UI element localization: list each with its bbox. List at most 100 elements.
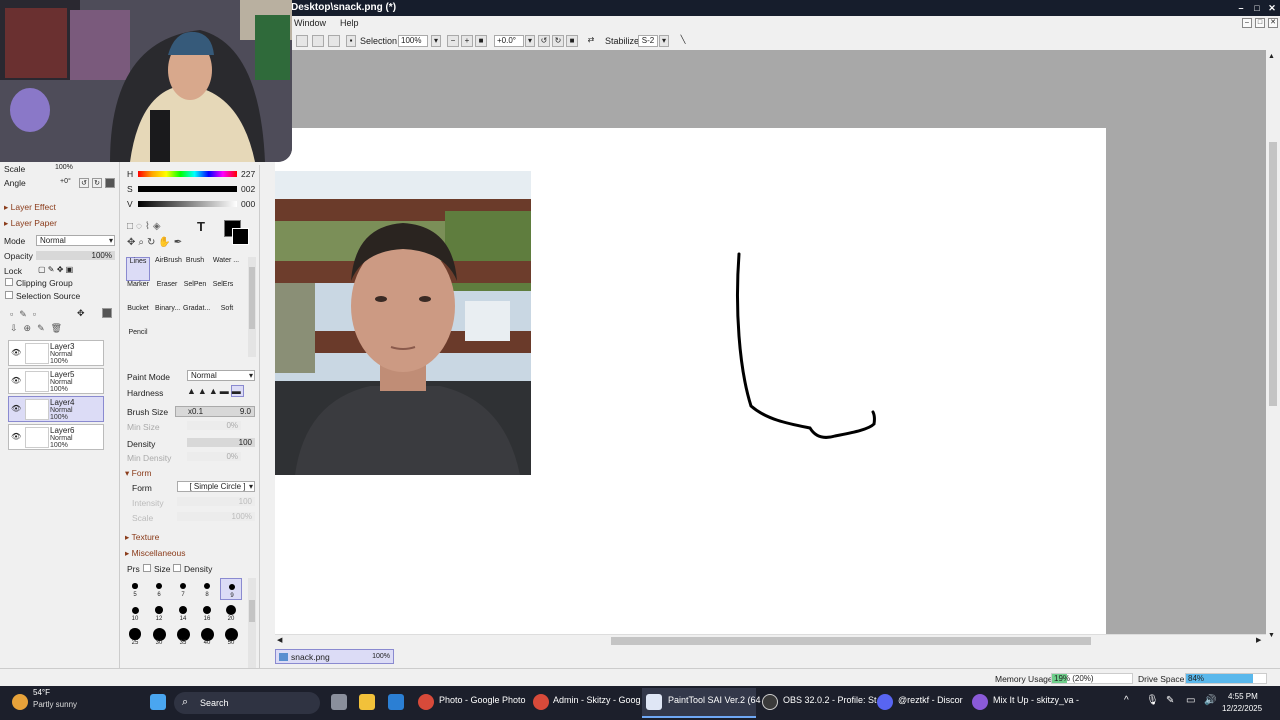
menu-help[interactable]: Help [340, 18, 359, 28]
brush-size-preset[interactable]: 25 [124, 626, 146, 648]
mdi-close-button[interactable]: ✕ [1268, 18, 1278, 28]
brush-size-preset[interactable]: 30 [148, 626, 170, 648]
min-size-slider[interactable]: 0% [187, 421, 241, 430]
miscellaneous-section[interactable]: ▸ Miscellaneous [125, 548, 186, 559]
taskbar-app-mixitup[interactable]: Mix It Up - skitzy_va - [993, 695, 1079, 705]
saturation-slider[interactable] [138, 186, 237, 192]
pencil-tool[interactable]: Pencil [126, 329, 150, 353]
intensity-slider[interactable]: 100 [177, 497, 255, 506]
menu-window[interactable]: Window [294, 18, 326, 28]
angle-left-icon[interactable]: ↺ [79, 178, 89, 188]
marker-tool[interactable]: Marker [126, 281, 150, 305]
rotate-reset-icon[interactable]: ■ [566, 35, 578, 47]
obs-icon[interactable] [762, 694, 778, 710]
pasted-photo[interactable] [275, 171, 531, 475]
taskbar-app-sai-active[interactable]: PaintTool SAI Ver.2 (64 [642, 688, 761, 718]
bucket-tool[interactable]: Bucket [126, 305, 150, 329]
layer-mask-icon[interactable] [102, 308, 112, 318]
maximize-button[interactable]: □ [1252, 3, 1262, 13]
toolbar-blank-button[interactable] [296, 35, 308, 47]
taskbar-app-admin[interactable]: Admin - Skitzy - Goog [553, 695, 641, 705]
rotation-field[interactable]: +0.0° [494, 35, 524, 47]
selpen-tool[interactable]: SelPen [183, 281, 207, 305]
layer-effect-section[interactable]: ▸ Layer Effect [4, 202, 56, 213]
brush-size-scroll-thumb[interactable] [249, 600, 255, 622]
weather-temp[interactable]: 54°F [33, 688, 50, 697]
vertical-scroll-thumb[interactable] [1269, 142, 1277, 406]
canvas-area[interactable] [275, 50, 1266, 634]
canvas-paper[interactable] [275, 128, 1106, 634]
taskbar-app-obs[interactable]: OBS 32.0.2 - Profile: St [783, 695, 877, 705]
zoom-field[interactable]: 100% [398, 35, 428, 47]
minimize-button[interactable]: – [1236, 3, 1246, 13]
pressure-size-checkbox[interactable] [143, 564, 151, 572]
clock-time[interactable]: 4:55 PM [1228, 692, 1258, 701]
form-section[interactable]: ▾ Form [125, 468, 151, 479]
eye-icon[interactable]: 👁 [11, 376, 21, 386]
rotate-right-icon[interactable]: ↻ [552, 35, 564, 47]
scroll-left-icon[interactable]: ◀ [277, 636, 282, 644]
discord-icon[interactable] [877, 694, 893, 710]
brush-size-preset[interactable]: 35 [172, 626, 194, 648]
brush-size-slider[interactable]: x0.1 9.0 [175, 406, 255, 417]
store-icon[interactable] [388, 694, 404, 710]
texture-section[interactable]: ▸ Texture [125, 532, 159, 543]
flip-icon[interactable]: ⇄ [585, 35, 597, 47]
binary-tool[interactable]: Binary... [155, 305, 180, 329]
background-color-swatch[interactable] [232, 228, 249, 245]
layer-action-icons[interactable]: ⇩⊕✎🗑 [10, 323, 68, 334]
rotation-dropdown-icon[interactable]: ▾ [525, 35, 535, 47]
mdi-minimize-button[interactable]: – [1242, 18, 1252, 28]
tool-list-scroll-thumb[interactable] [249, 267, 255, 329]
task-view-icon[interactable] [331, 694, 347, 710]
network-icon[interactable]: ▭ [1186, 695, 1195, 706]
lock-icons[interactable]: ▢ ✎ ✥ ▣ [38, 265, 73, 274]
rotate-left-icon[interactable]: ↺ [538, 35, 550, 47]
taskbar-app-discord[interactable]: @reztkf - Discor [898, 695, 963, 705]
stabilizer-dropdown-icon[interactable]: ▾ [659, 35, 669, 47]
pressure-density-checkbox[interactable] [173, 564, 181, 572]
chrome-icon[interactable] [418, 694, 434, 710]
layer-move-icon[interactable]: ✥ [77, 308, 85, 319]
density-slider[interactable]: 100 [187, 438, 255, 447]
brush-size-preset[interactable]: 14 [172, 602, 194, 624]
layer-row[interactable]: 👁 Layer5 Normal 100% [8, 368, 104, 394]
chevron-up-icon[interactable]: ^ [1124, 695, 1129, 706]
brush-size-preset[interactable]: 20 [220, 602, 242, 624]
selection-toggle[interactable]: ▪ [346, 35, 356, 47]
brush-tool[interactable]: Brush [183, 257, 207, 281]
watercolor-tool[interactable]: Water ... [211, 257, 241, 281]
horizontal-scrollbar[interactable]: ◀ ▶ [275, 634, 1266, 646]
layer-toolbar-icons[interactable]: ▫✎▫ [10, 309, 42, 320]
brush-size-grid[interactable]: 5 6 7 8 9 10 12 14 16 20 25 30 35 40 50 [125, 578, 249, 668]
opacity-slider[interactable]: 100% [36, 251, 115, 260]
soft-tool[interactable]: Soft [215, 305, 239, 329]
taskbar-app-photos[interactable]: Photo - Google Photo [439, 695, 526, 705]
mode-select[interactable]: Normal ▾ [36, 235, 115, 246]
eye-icon[interactable]: 👁 [11, 432, 21, 442]
layer-row[interactable]: 👁 Layer6 Normal 100% [8, 424, 104, 450]
zoom-out-icon[interactable]: − [447, 35, 459, 47]
layer-paper-section[interactable]: ▸ Layer Paper [4, 218, 57, 229]
eye-icon[interactable]: 👁 [11, 348, 21, 358]
lines-tool[interactable]: Lines [126, 257, 150, 281]
volume-icon[interactable]: 🔊 [1204, 695, 1216, 706]
weather-icon[interactable] [12, 694, 28, 710]
zoom-in-icon[interactable]: + [461, 35, 473, 47]
chrome-icon[interactable] [533, 694, 549, 710]
eye-icon[interactable]: 👁 [11, 404, 21, 414]
text-tool-icon[interactable]: T [197, 219, 205, 234]
pen-icon[interactable]: ✎ [1166, 695, 1174, 706]
angle-right-icon[interactable]: ↻ [92, 178, 102, 188]
brush-size-preset[interactable]: 7 [172, 578, 194, 600]
airbrush-tool[interactable]: AirBrush [155, 257, 182, 281]
close-button[interactable]: ✕ [1267, 3, 1277, 13]
gradation-tool[interactable]: Gradat... [183, 305, 210, 329]
hue-slider[interactable] [138, 171, 237, 177]
angle-reset-icon[interactable] [105, 178, 115, 188]
brush-size-preset[interactable]: 50 [220, 626, 242, 648]
min-density-slider[interactable]: 0% [187, 452, 241, 461]
brush-size-preset[interactable]: 10 [124, 602, 146, 624]
line-tool-icon[interactable]: ╲ [677, 35, 689, 47]
mixitup-icon[interactable] [972, 694, 988, 710]
